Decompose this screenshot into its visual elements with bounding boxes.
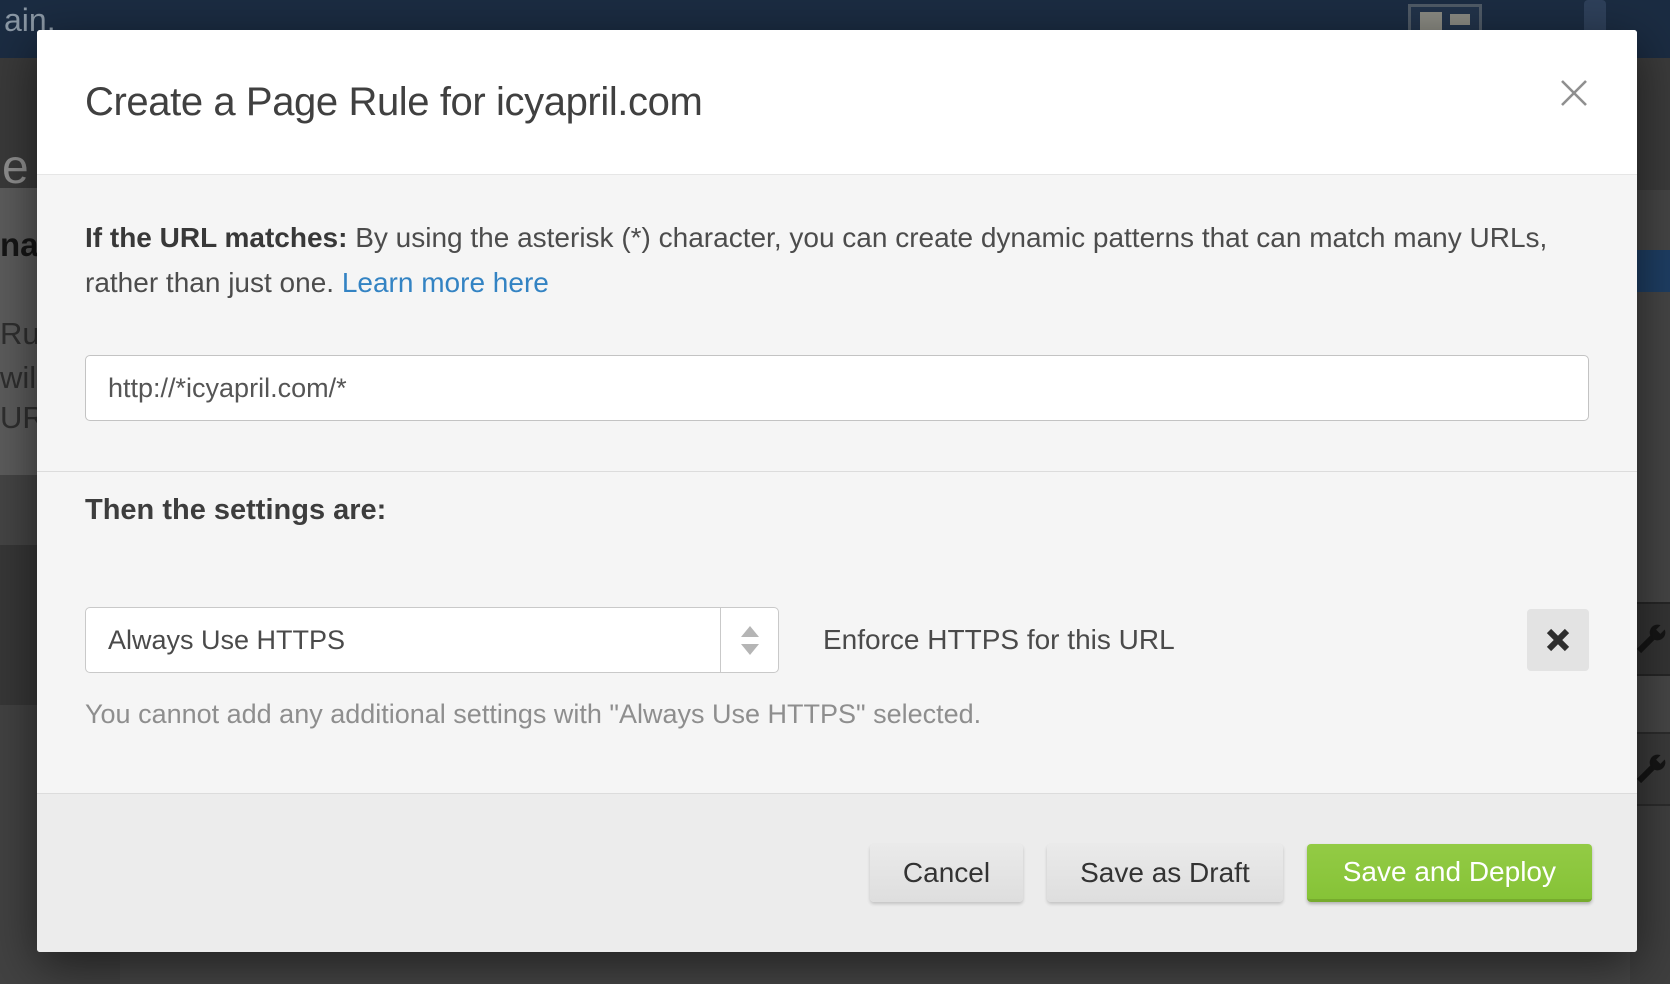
screen: ain. e nav Ru will UR Create a Page Rule… [0,0,1670,984]
modal-title: Create a Page Rule for icyapril.com [85,80,702,125]
background-text-fragment: Ru [0,316,40,352]
cancel-button[interactable]: Cancel [870,844,1023,902]
url-match-description: If the URL matches: By using the asteris… [85,215,1589,305]
save-and-deploy-button[interactable]: Save and Deploy [1307,844,1592,902]
url-pattern-input[interactable] [85,355,1589,421]
chevron-up-icon [741,626,759,637]
remove-x-icon [1546,628,1570,652]
setting-row: Always Use HTTPS Enforce HTTPS for this … [85,607,1589,673]
chevron-down-icon [741,644,759,655]
save-as-draft-button[interactable]: Save as Draft [1047,844,1283,902]
wrench-icon [1634,752,1668,786]
settings-section: Then the settings are: Always Use HTTPS … [37,472,1637,793]
settings-heading: Then the settings are: [85,494,1589,527]
modal-header: Create a Page Rule for icyapril.com [37,30,1637,175]
wrench-icon [1634,622,1668,656]
url-match-label: If the URL matches: [85,222,347,253]
select-arrows-icon[interactable] [720,608,778,672]
setting-note: You cannot add any additional settings w… [85,699,1589,730]
close-icon [1558,77,1590,109]
setting-description: Enforce HTTPS for this URL [823,624,1175,656]
background-text-fragment: e [2,140,29,195]
learn-more-link[interactable]: Learn more here [342,267,549,298]
url-match-section: If the URL matches: By using the asteris… [37,175,1637,472]
modal-footer: Cancel Save as Draft Save and Deploy [37,793,1637,952]
create-page-rule-modal: Create a Page Rule for icyapril.com If t… [37,30,1637,952]
remove-setting-button[interactable] [1527,609,1589,671]
setting-select-value: Always Use HTTPS [86,608,720,672]
close-button[interactable] [1555,74,1593,112]
setting-select[interactable]: Always Use HTTPS [85,607,779,673]
